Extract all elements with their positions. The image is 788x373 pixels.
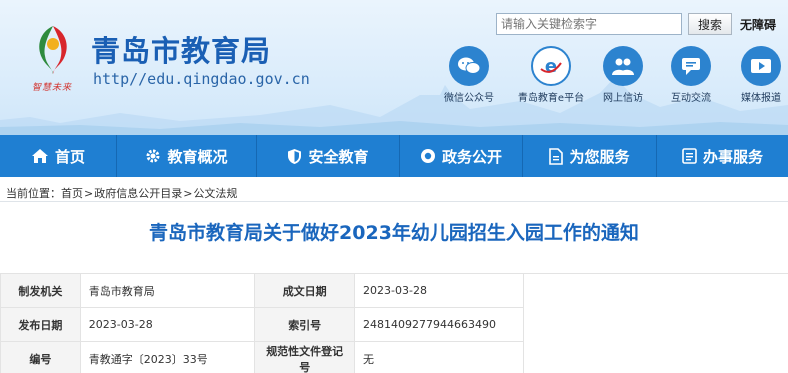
site-title[interactable]: 青岛市教育局 bbox=[91, 28, 271, 70]
meta-key-publish-date: 发布日期 bbox=[0, 307, 81, 342]
breadcrumb-prefix: 当前位置： bbox=[6, 187, 61, 200]
people-icon bbox=[603, 46, 643, 86]
nav-item-service[interactable]: 为您服务 bbox=[523, 135, 657, 177]
wechat-icon bbox=[449, 46, 489, 86]
slogan: 智慧未来 bbox=[32, 83, 73, 93]
nav-item-overview[interactable]: 教育概况 bbox=[117, 135, 257, 177]
site-url: http//edu.qingdao.gov.cn bbox=[93, 70, 310, 88]
quick-link-label: 互动交流 bbox=[671, 93, 711, 104]
gear-icon bbox=[146, 149, 160, 163]
quick-link-e-platform[interactable]: e 青岛教育e平台 bbox=[512, 46, 590, 104]
search-button[interactable]: 搜索 bbox=[688, 13, 732, 35]
table-row: 编号 青教通字〔2023〕33号 规范性文件登记号 无 bbox=[0, 341, 524, 373]
main-nav: 首页 教育概况 安全教育 政务公开 为您服务 办事服务 bbox=[0, 135, 788, 177]
video-icon bbox=[741, 46, 781, 86]
home-icon bbox=[31, 149, 48, 163]
quick-link-media[interactable]: 媒体报道 bbox=[722, 46, 788, 104]
meta-key-index-number: 索引号 bbox=[254, 307, 356, 342]
nav-item-label: 办事服务 bbox=[702, 147, 763, 166]
nav-item-gov-affairs[interactable]: 政务公开 bbox=[400, 135, 523, 177]
divider bbox=[0, 201, 788, 202]
meta-key-doc-number: 编号 bbox=[0, 341, 81, 373]
quick-link-label: 微信公众号 bbox=[444, 93, 494, 104]
nav-item-label: 安全教育 bbox=[308, 147, 369, 166]
meta-value-registration-number: 无 bbox=[354, 341, 524, 373]
nav-item-label: 教育概况 bbox=[167, 147, 228, 166]
quick-link-label: 青岛教育e平台 bbox=[517, 93, 585, 104]
nav-item-safety[interactable]: 安全教育 bbox=[257, 135, 400, 177]
meta-value-doc-number: 青教通字〔2023〕33号 bbox=[79, 341, 256, 373]
breadcrumb: 当前位置：首页>政府信息公开目录>公文法规 bbox=[6, 185, 237, 201]
nav-item-affairs-service[interactable]: 办事服务 bbox=[657, 135, 788, 177]
svg-text:e: e bbox=[545, 56, 557, 77]
breadcrumb-separator: > bbox=[183, 187, 193, 200]
article-title: 青岛市教育局关于做好2023年幼儿园招生入园工作的通知 bbox=[149, 222, 639, 244]
search-input[interactable] bbox=[496, 13, 682, 35]
meta-table-extension bbox=[524, 273, 788, 373]
meta-key-registration-number: 规范性文件登记号 bbox=[254, 341, 356, 373]
chat-icon bbox=[671, 46, 711, 86]
qingdao-education-logo-icon bbox=[39, 26, 67, 74]
meta-key-issuer: 制发机关 bbox=[0, 273, 81, 308]
doc-icon bbox=[549, 147, 564, 165]
breadcrumb-link-regulations[interactable]: 公文法规 bbox=[193, 187, 237, 200]
quick-link-label: 网上信访 bbox=[603, 93, 643, 104]
nav-item-label: 政务公开 bbox=[441, 147, 502, 166]
list-icon bbox=[682, 148, 697, 164]
document-meta-table: 制发机关 青岛市教育局 成文日期 2023-03-28 发布日期 2023-03… bbox=[0, 273, 524, 373]
meta-value-publish-date: 2023-03-28 bbox=[79, 307, 256, 342]
quick-link-petition[interactable]: 网上信访 bbox=[584, 46, 662, 104]
table-row: 制发机关 青岛市教育局 成文日期 2023-03-28 bbox=[0, 273, 524, 308]
record-icon bbox=[420, 149, 435, 163]
nav-item-label: 为您服务 bbox=[569, 147, 630, 166]
meta-value-written-date: 2023-03-28 bbox=[354, 273, 524, 308]
quick-link-label: 媒体报道 bbox=[741, 93, 781, 104]
site-header: 智慧未来 青岛市教育局 http//edu.qingdao.gov.cn 搜索 … bbox=[0, 0, 788, 135]
meta-value-index-number: 2481409277944663490 bbox=[354, 307, 524, 342]
table-row: 发布日期 2023-03-28 索引号 2481409277944663490 bbox=[0, 307, 524, 342]
meta-value-issuer: 青岛市教育局 bbox=[79, 273, 256, 308]
shield-icon bbox=[288, 148, 302, 164]
breadcrumb-separator: > bbox=[84, 187, 94, 200]
accessibility-link[interactable]: 无障碍 bbox=[740, 16, 776, 33]
quick-link-interaction[interactable]: 互动交流 bbox=[652, 46, 730, 104]
nav-item-home[interactable]: 首页 bbox=[0, 135, 117, 177]
quick-link-wechat[interactable]: 微信公众号 bbox=[430, 46, 508, 104]
e-platform-icon: e bbox=[531, 46, 571, 86]
breadcrumb-link-home[interactable]: 首页 bbox=[61, 187, 83, 200]
quick-links: 微信公众号 e 青岛教育e平台 网上信访 互动交流 媒体报道 bbox=[430, 46, 788, 106]
nav-item-label: 首页 bbox=[54, 147, 85, 166]
meta-key-written-date: 成文日期 bbox=[254, 273, 356, 308]
breadcrumb-link-catalog[interactable]: 政府信息公开目录 bbox=[94, 187, 182, 200]
